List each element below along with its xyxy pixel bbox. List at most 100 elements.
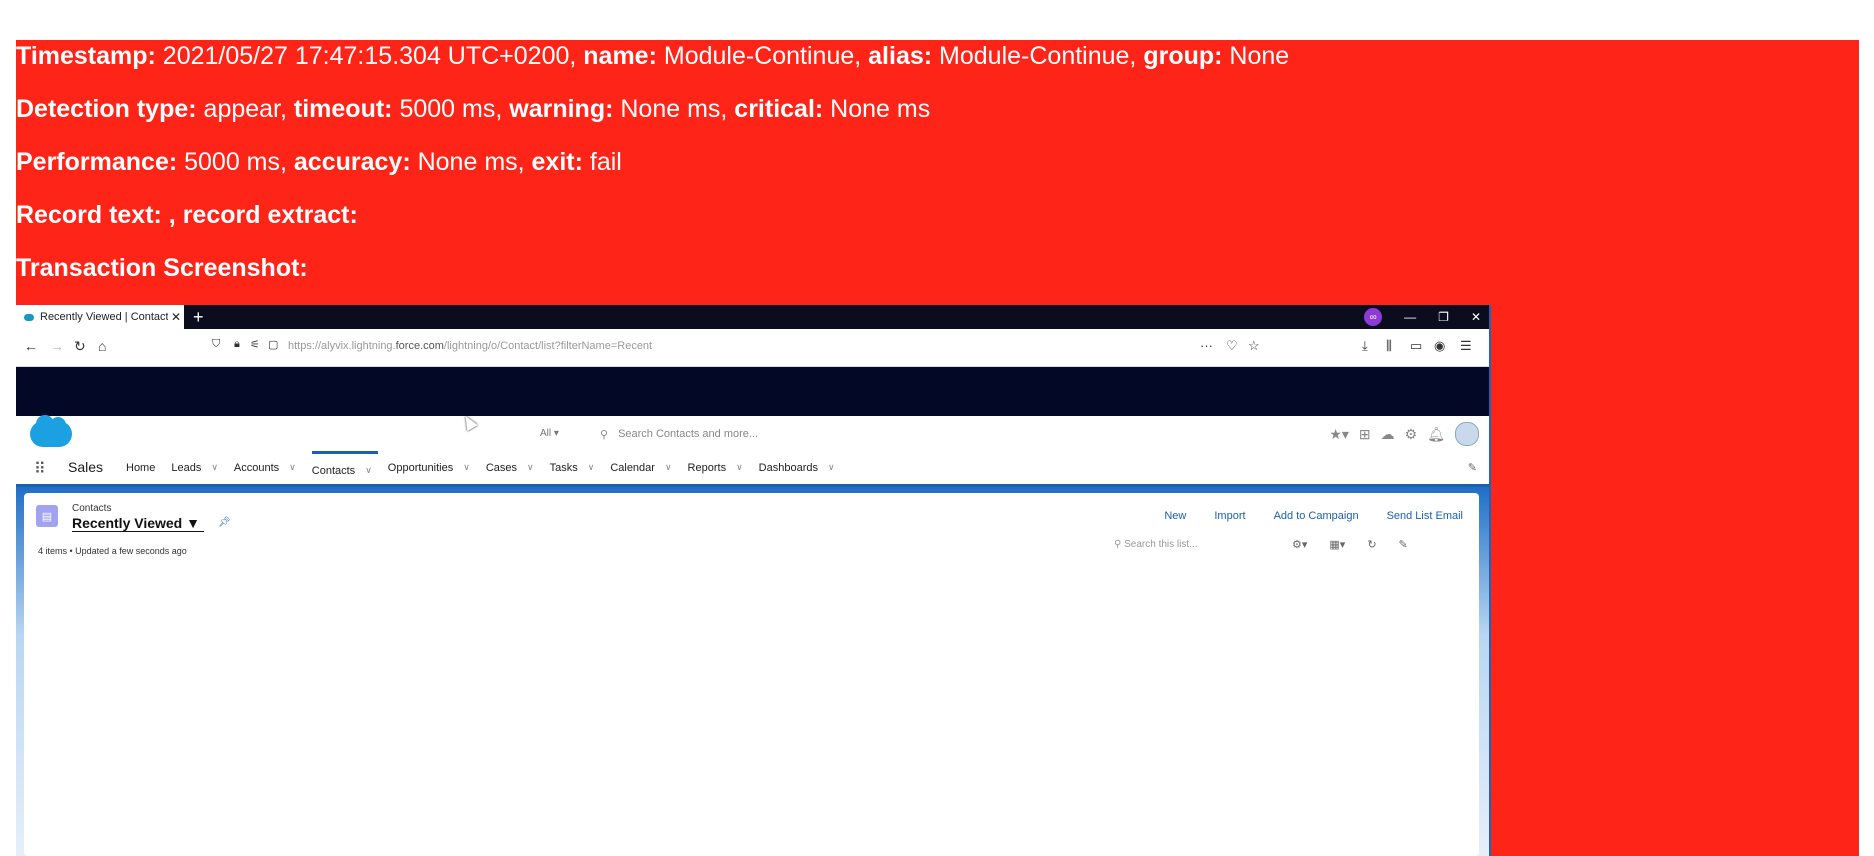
permissions-icon[interactable]: ⚟ xyxy=(250,338,260,351)
account-icon[interactable]: ◉ xyxy=(1434,338,1445,354)
nav-item-home[interactable]: Home xyxy=(126,451,161,484)
nav-item-contacts[interactable]: Contacts ∨ xyxy=(311,451,378,487)
chevron-down-icon[interactable]: ∨ xyxy=(736,462,743,473)
close-tab-icon[interactable]: ✕ xyxy=(168,310,184,324)
list-actions: New Import Add to Campaign Send List Ema… xyxy=(1136,510,1463,522)
accuracy-value: None ms, xyxy=(410,148,532,176)
page-background: ▤ Contacts Recently Viewed ▼ 📌︎ 4 items … xyxy=(16,487,1489,856)
chevron-down-icon[interactable]: ∨ xyxy=(828,462,835,473)
close-window-icon[interactable]: ✕ xyxy=(1471,310,1481,324)
list-tools: ⚙▾ ▦▾ ↻ ✎ xyxy=(1292,538,1408,551)
nav-items: Home Leads ∨ Accounts ∨ Contacts ∨ Opportun… xyxy=(126,451,851,484)
bookmark-star-icon[interactable]: ☆ xyxy=(1248,338,1260,354)
address-bar[interactable]: https://alyvix.lightning.force.com/light… xyxy=(288,340,652,352)
trailhead-icon[interactable]: ☁ xyxy=(1381,426,1395,443)
lock-icon[interactable]: 🔒︎ xyxy=(234,338,240,351)
warning-label: warning: xyxy=(509,95,614,123)
window-controls: ∞ — ❐ ✕ xyxy=(1364,305,1481,329)
chevron-down-icon[interactable]: ∨ xyxy=(527,462,534,473)
reload-icon[interactable]: ↻ xyxy=(74,338,86,355)
contact-card-icon: ▤ xyxy=(36,505,58,527)
edit-nav-pencil-icon[interactable]: ✎ xyxy=(1468,461,1477,474)
nav-label: Leads xyxy=(171,461,202,474)
dark-banner xyxy=(16,367,1489,416)
menu-icon[interactable]: ☰ xyxy=(1460,338,1472,354)
url-prefix: https://alyvix.lightning. xyxy=(288,340,396,352)
alias-label: alias: xyxy=(868,42,933,70)
restore-icon[interactable]: ❐ xyxy=(1438,310,1449,324)
group-value: None xyxy=(1222,42,1290,70)
salesforce-logo-icon[interactable] xyxy=(30,415,72,447)
timestamp-label: Timestamp: xyxy=(16,42,156,70)
accuracy-label: accuracy: xyxy=(293,148,411,176)
search-placeholder: Search Contacts and more... xyxy=(618,428,759,440)
chevron-down-icon[interactable]: ∨ xyxy=(463,462,470,473)
nav-label: Tasks xyxy=(549,461,578,474)
downloads-icon[interactable]: ⤓ xyxy=(1362,338,1368,354)
nav-label: Cases xyxy=(485,461,517,474)
import-button[interactable]: Import xyxy=(1214,510,1245,522)
chevron-down-icon[interactable]: ∨ xyxy=(211,462,218,473)
search-icon: ⚲ xyxy=(600,428,609,441)
send-list-email-button[interactable]: Send List Email xyxy=(1387,510,1463,522)
search-scope-select[interactable]: All ▾ xyxy=(540,428,559,439)
chevron-down-icon[interactable]: ∨ xyxy=(665,462,672,473)
chevron-down-icon[interactable]: ∨ xyxy=(365,465,372,476)
nav-item-leads[interactable]: Leads ∨ xyxy=(171,451,224,484)
detection-type-label: Detection type: xyxy=(16,95,197,123)
nav-item-reports[interactable]: Reports ∨ xyxy=(688,451,749,484)
back-icon[interactable]: ← xyxy=(24,338,38,354)
nav-label: Contacts xyxy=(311,464,356,477)
notification-icon[interactable]: ▢ xyxy=(268,338,278,351)
nav-item-opportunities[interactable]: Opportunities ∨ xyxy=(388,451,476,484)
setup-gear-icon[interactable]: ⚙ xyxy=(1405,426,1418,443)
new-button[interactable]: New xyxy=(1164,510,1186,522)
pin-icon[interactable]: 📌︎ xyxy=(218,517,231,528)
home-icon[interactable]: ⌂ xyxy=(98,338,106,354)
pocket-icon[interactable]: ♡ xyxy=(1226,338,1238,354)
nav-item-tasks[interactable]: Tasks ∨ xyxy=(550,451,601,484)
chevron-down-icon[interactable]: ∨ xyxy=(588,462,595,473)
forward-icon[interactable]: → xyxy=(50,338,64,354)
app-launcher-icon[interactable]: ⠿ xyxy=(34,459,46,479)
page-actions-icon[interactable]: ··· xyxy=(1200,338,1213,353)
minimize-icon[interactable]: — xyxy=(1404,310,1416,324)
browser-tab[interactable]: Recently Viewed | Contacts | S ✕ xyxy=(16,305,184,329)
nav-item-dashboards[interactable]: Dashboards ∨ xyxy=(759,451,841,484)
chevron-down-icon[interactable]: ∨ xyxy=(289,462,296,473)
global-add-icon[interactable]: ⊞ xyxy=(1359,426,1371,443)
warning-value: None ms, xyxy=(613,95,735,123)
refresh-icon[interactable]: ↻ xyxy=(1367,538,1376,551)
display-as-table-icon[interactable]: ▦▾ xyxy=(1329,538,1345,551)
tracking-shield-icon[interactable]: ⛉ xyxy=(212,338,220,351)
favorites-icon[interactable]: ★▾ xyxy=(1329,426,1349,443)
report-line-screenshot: Transaction Screenshot: xyxy=(16,254,308,283)
global-search-input[interactable]: ⚲ Search Contacts and more... xyxy=(600,422,940,446)
report-line-detection: Detection type: appear, timeout: 5000 ms… xyxy=(16,95,930,124)
timestamp-value: 2021/05/27 17:47:15.304 UTC+0200, xyxy=(155,42,584,70)
notifications-bell-icon[interactable]: 🔔︎ xyxy=(1427,426,1445,443)
report-line-timestamp: Timestamp: 2021/05/27 17:47:15.304 UTC+0… xyxy=(16,42,1289,71)
url-path: /lightning/o/Contact/list?filterName=Rec… xyxy=(443,340,653,352)
list-settings-gear-icon[interactable]: ⚙▾ xyxy=(1292,538,1307,551)
header-icons: ★▾ ⊞ ☁ ⚙ 🔔︎ xyxy=(1329,422,1479,446)
add-to-campaign-button[interactable]: Add to Campaign xyxy=(1274,510,1359,522)
nav-label: Home xyxy=(126,461,156,474)
sidebar-icon[interactable]: ▭ xyxy=(1410,338,1422,354)
private-browsing-icon: ∞ xyxy=(1364,308,1383,326)
nav-label: Reports xyxy=(687,461,727,474)
nav-label: Opportunities xyxy=(387,461,454,474)
list-view-picker[interactable]: Recently Viewed ▼ xyxy=(72,515,204,532)
salesforce-global-header: All ▾ ⚲ Search Contacts and more... ★▾ ⊞… xyxy=(16,415,1489,454)
transaction-screenshot: Recently Viewed | Contacts | S ✕ + ∞ — ❐… xyxy=(16,305,1491,856)
new-tab-icon[interactable]: + xyxy=(193,306,204,328)
edit-list-pencil-icon[interactable]: ✎ xyxy=(1399,538,1408,551)
nav-item-cases[interactable]: Cases ∨ xyxy=(486,451,540,484)
list-search-input[interactable]: ⚲ Search this list... xyxy=(1114,539,1197,550)
avatar[interactable] xyxy=(1455,422,1479,446)
nav-item-calendar[interactable]: Calendar ∨ xyxy=(610,451,677,484)
performance-value: 5000 ms, xyxy=(177,148,294,176)
nav-item-accounts[interactable]: Accounts ∨ xyxy=(234,451,302,484)
library-icon[interactable]: ⫼ xyxy=(1386,338,1392,354)
name-value: Module-Continue, xyxy=(656,42,869,70)
